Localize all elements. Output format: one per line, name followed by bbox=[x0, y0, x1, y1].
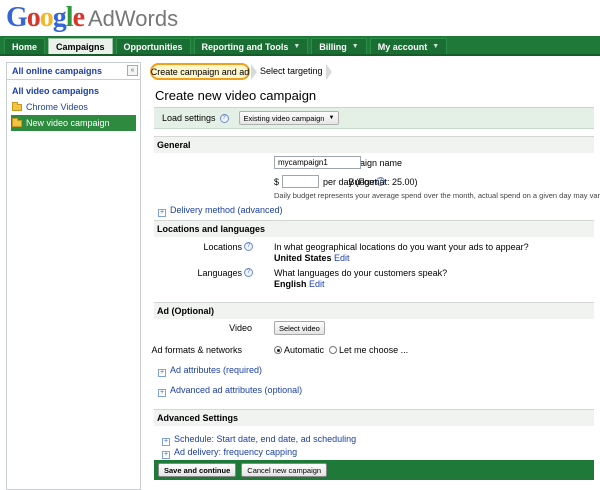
folder-icon bbox=[12, 117, 22, 127]
section-general-heading: General bbox=[154, 136, 594, 153]
expand-icon: + bbox=[162, 438, 170, 446]
campaign-sidebar: All online campaigns « All video campaig… bbox=[6, 62, 141, 490]
ad-delivery-link[interactable]: Ad delivery: frequency capping bbox=[174, 447, 297, 457]
budget-currency: $ bbox=[274, 177, 280, 187]
tab-home[interactable]: Home bbox=[4, 38, 46, 54]
breadcrumb-label: Create campaign and ad bbox=[150, 66, 250, 77]
help-icon[interactable]: ? bbox=[219, 113, 229, 123]
select-video-button[interactable]: Select video bbox=[274, 321, 325, 335]
schedule-toggle[interactable]: + Schedule: Start date, end date, ad sche… bbox=[162, 434, 356, 446]
breadcrumb-step-select-targeting[interactable]: Select targeting bbox=[260, 66, 323, 76]
tab-label: Campaigns bbox=[56, 41, 105, 52]
main-nav: Home Campaigns Opportunities Reporting a… bbox=[0, 36, 600, 56]
ad-attributes-link[interactable]: Ad attributes (required) bbox=[170, 365, 262, 375]
ad-formats-label: Ad formats & networks bbox=[151, 345, 242, 355]
languages-value: English bbox=[274, 279, 307, 289]
folder-icon bbox=[12, 101, 22, 111]
languages-question: What languages do your customers speak? bbox=[274, 268, 448, 278]
radio-manual[interactable] bbox=[329, 346, 338, 354]
chevron-down-icon: ▼ bbox=[351, 43, 359, 50]
radio-automatic[interactable] bbox=[274, 346, 282, 354]
budget-input[interactable] bbox=[282, 175, 319, 188]
expand-icon: + bbox=[162, 451, 170, 459]
tab-label: Reporting and Tools bbox=[201, 41, 289, 52]
advanced-ad-attributes-link[interactable]: Advanced ad attributes (optional) bbox=[170, 385, 302, 395]
tab-label: Billing bbox=[319, 41, 347, 52]
expand-icon: + bbox=[158, 389, 166, 397]
page-title: Create new video campaign bbox=[155, 88, 317, 103]
budget-note: Daily budget represents your average spe… bbox=[274, 191, 600, 200]
chevron-down-icon: ▼ bbox=[328, 115, 335, 121]
logo-google-text: Google bbox=[6, 2, 85, 33]
breadcrumb: Create campaign and ad Select targeting bbox=[148, 62, 594, 81]
sidebar-item-chrome-videos[interactable]: Chrome Videos bbox=[7, 99, 140, 115]
sidebar-item-new-video-campaign[interactable]: New video campaign bbox=[11, 115, 136, 131]
section-ad-heading: Ad (Optional) bbox=[154, 302, 594, 319]
sidebar-item-label[interactable]: Chrome Videos bbox=[26, 102, 88, 112]
sidebar-group-video[interactable]: All video campaigns bbox=[7, 83, 140, 99]
ad-attributes-toggle[interactable]: + Ad attributes (required) bbox=[158, 365, 262, 377]
section-advanced-heading: Advanced Settings bbox=[154, 409, 594, 426]
tab-my-account[interactable]: My account ▼ bbox=[369, 38, 448, 54]
edit-languages-link[interactable]: Edit bbox=[309, 279, 325, 289]
languages-label: Languages bbox=[197, 268, 242, 278]
tab-label: My account bbox=[377, 41, 428, 52]
cancel-new-campaign-button[interactable]: Cancel new campaign bbox=[241, 463, 328, 477]
sidebar-header: All online campaigns bbox=[7, 63, 140, 80]
budget-suffix: per day (Format: 25.00) bbox=[323, 177, 418, 187]
schedule-link[interactable]: Schedule: Start date, end date, ad sched… bbox=[174, 434, 356, 444]
sidebar-item-label[interactable]: New video campaign bbox=[26, 118, 110, 128]
locations-label: Locations bbox=[203, 242, 242, 252]
tab-label: Home bbox=[12, 41, 38, 52]
logo-product-text: AdWords bbox=[88, 6, 179, 31]
chevron-down-icon: ▼ bbox=[293, 43, 301, 50]
tab-reporting-and-tools[interactable]: Reporting and Tools ▼ bbox=[193, 38, 309, 54]
load-settings-label: Load settings bbox=[162, 113, 216, 123]
load-settings-bar: Load settings ? Existing video campaign … bbox=[154, 107, 594, 129]
locations-value: United States bbox=[274, 253, 332, 263]
delivery-method-link[interactable]: Delivery method (advanced) bbox=[170, 205, 283, 215]
breadcrumb-step-create-campaign[interactable]: Create campaign and ad bbox=[150, 63, 250, 80]
breadcrumb-arrow-icon bbox=[251, 64, 257, 80]
advanced-ad-attributes-toggle[interactable]: + Advanced ad attributes (optional) bbox=[158, 385, 302, 397]
all-online-campaigns-link[interactable]: All online campaigns bbox=[12, 66, 102, 76]
ad-formats-options: Automatic Let me choose ... bbox=[274, 345, 408, 355]
main-content: Create campaign and ad Select targeting … bbox=[148, 62, 600, 490]
delivery-method-toggle[interactable]: + Delivery method (advanced) bbox=[158, 205, 283, 217]
tab-billing[interactable]: Billing ▼ bbox=[311, 38, 367, 54]
save-and-continue-button[interactable]: Save and continue bbox=[158, 463, 237, 477]
tab-label: Opportunities bbox=[123, 41, 183, 52]
form-actions-bar: Save and continue Cancel new campaign bbox=[154, 460, 594, 480]
expand-icon: + bbox=[158, 369, 166, 377]
locations-value-row: United States Edit bbox=[274, 253, 350, 263]
dropdown-value: Existing video campaign bbox=[243, 113, 325, 123]
collapse-sidebar-icon[interactable]: « bbox=[127, 65, 138, 76]
ad-delivery-toggle[interactable]: + Ad delivery: frequency capping bbox=[162, 447, 297, 459]
radio-manual-label: Let me choose ... bbox=[339, 345, 409, 355]
locations-question: In what geographical locations do you wa… bbox=[274, 242, 529, 252]
tab-opportunities[interactable]: Opportunities bbox=[115, 38, 191, 54]
expand-icon: + bbox=[158, 209, 166, 217]
campaign-name-input[interactable]: mycampaign1 bbox=[274, 156, 361, 169]
load-settings-dropdown[interactable]: Existing video campaign ▼ bbox=[238, 111, 340, 125]
chevron-down-icon: ▼ bbox=[432, 43, 440, 50]
help-icon[interactable]: ? bbox=[244, 242, 253, 251]
google-adwords-logo: Google AdWords bbox=[6, 2, 178, 36]
radio-automatic-label: Automatic bbox=[284, 345, 325, 355]
edit-locations-link[interactable]: Edit bbox=[334, 253, 350, 263]
languages-value-row: English Edit bbox=[274, 279, 325, 289]
all-video-campaigns-link[interactable]: All video campaigns bbox=[12, 86, 99, 96]
breadcrumb-arrow-icon bbox=[326, 64, 332, 80]
help-icon[interactable]: ? bbox=[244, 268, 253, 277]
video-label: Video bbox=[229, 323, 252, 333]
section-locations-heading: Locations and languages bbox=[154, 220, 594, 237]
tab-campaigns[interactable]: Campaigns bbox=[48, 38, 113, 54]
